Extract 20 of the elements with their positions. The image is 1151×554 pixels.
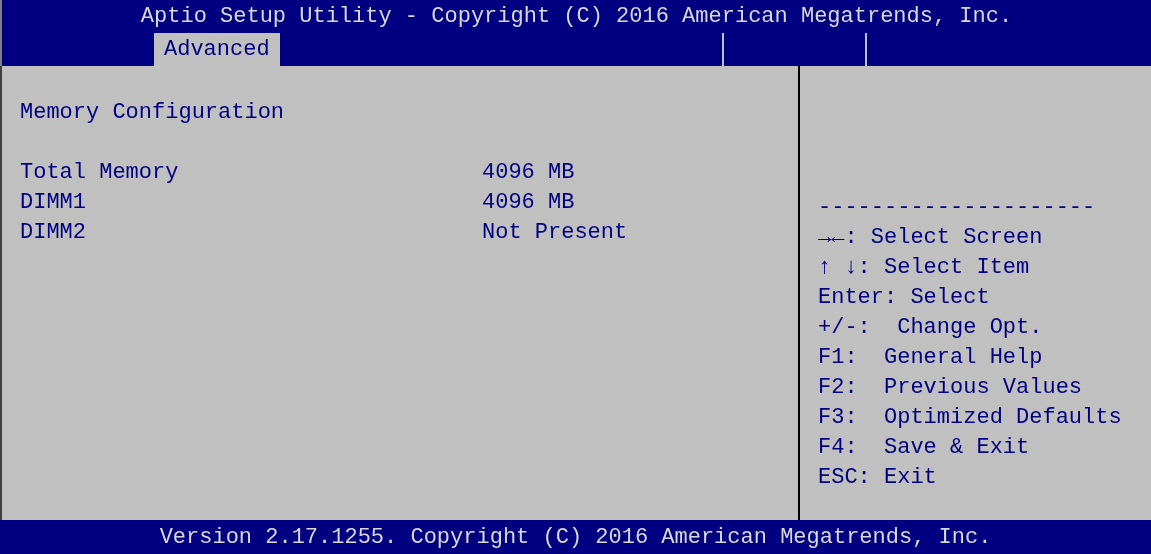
setting-value: 4096 MB	[482, 159, 575, 187]
key-hint: Enter: Select	[818, 284, 990, 312]
title-bar: Aptio Setup Utility - Copyright (C) 2016 American Megatrends, Inc.	[0, 0, 1151, 33]
help-separator: ---------------------	[818, 194, 1096, 222]
key-hint: F3: Optimized Defaults	[818, 404, 1122, 432]
setting-value: 4096 MB	[482, 189, 575, 217]
setting-label: Total Memory	[20, 159, 180, 187]
section-heading: Memory Configuration	[20, 99, 285, 127]
key-hint: →←: Select Screen	[818, 224, 1043, 252]
setting-label: DIMM1	[20, 189, 87, 217]
key-hint: F4: Save & Exit	[818, 434, 1030, 462]
status-bar: Version 2.17.1255. Copyright (C) 2016 American Megatrends, Inc.	[0, 520, 1151, 554]
key-hint: F1: General Help	[818, 344, 1043, 372]
key-hint: ↑ ↓: Select Item	[818, 254, 1030, 282]
key-hint: F2: Previous Values	[818, 374, 1083, 402]
setting-label: DIMM2	[20, 219, 87, 247]
key-hint: +/-: Change Opt.	[818, 314, 1043, 342]
setting-value: Not Present	[482, 219, 628, 247]
tab[interactable]: Advanced	[154, 33, 280, 66]
key-hint: ESC: Exit	[818, 464, 937, 492]
